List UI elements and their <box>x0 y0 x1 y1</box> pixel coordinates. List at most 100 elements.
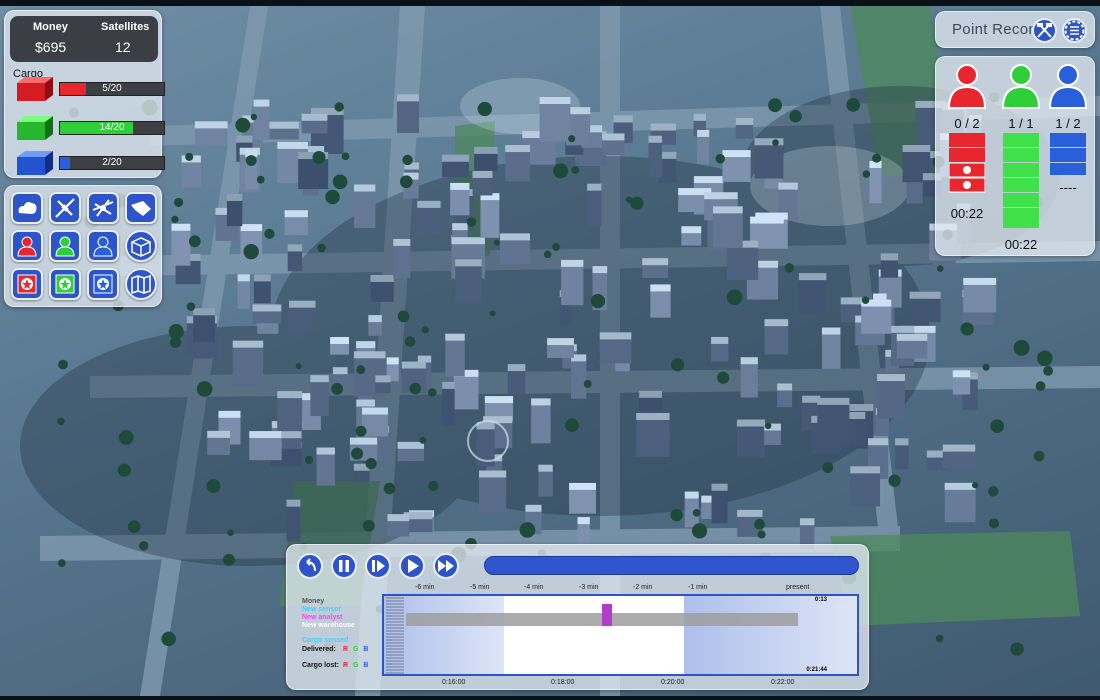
step-button[interactable] <box>365 553 391 579</box>
tree <box>466 217 477 227</box>
tree <box>325 189 340 205</box>
tree <box>772 139 779 146</box>
building <box>736 419 766 458</box>
red-agent-button[interactable] <box>11 230 43 262</box>
tree <box>960 322 974 336</box>
timeline-tick: -2 min <box>633 584 653 591</box>
drone-tool-button[interactable] <box>87 192 119 224</box>
satellites-label: Satellites <box>101 21 150 33</box>
rewind-icon <box>306 558 316 572</box>
red-mission-button[interactable] <box>11 268 43 300</box>
building <box>642 258 669 278</box>
timeline-tick: -6 min <box>415 584 435 591</box>
tree <box>331 382 344 395</box>
tree <box>383 482 396 495</box>
settings-menu-button[interactable] <box>1062 18 1087 43</box>
building <box>942 444 976 469</box>
building <box>650 284 671 318</box>
pause-button[interactable] <box>331 553 357 579</box>
blue-agent-figure-icon <box>1048 64 1088 109</box>
blue-agent-count: 1 / 2 <box>1055 116 1081 131</box>
red-agent-count: 0 / 2 <box>954 116 980 131</box>
building <box>569 482 596 514</box>
building <box>450 182 470 216</box>
tree <box>351 447 364 460</box>
rewind-button[interactable] <box>297 553 323 579</box>
legend-cargo-lost: Cargo lost: <box>302 662 339 669</box>
building <box>281 431 302 449</box>
building <box>777 383 793 408</box>
tree <box>196 381 213 397</box>
building <box>735 117 754 139</box>
green-mission-button[interactable] <box>49 268 81 300</box>
flag-icon <box>1037 23 1052 38</box>
red-cargo-text: 5/20 <box>102 83 122 94</box>
tree <box>872 153 882 163</box>
green-agent-button[interactable] <box>49 230 81 262</box>
tree <box>317 243 326 253</box>
cargo-box-button[interactable] <box>125 230 157 262</box>
tree <box>222 553 235 566</box>
building <box>237 274 250 309</box>
blue-mission-button[interactable] <box>87 268 119 300</box>
delivered-g: G <box>353 646 359 653</box>
tree <box>256 175 265 184</box>
building <box>722 150 751 182</box>
satellite-tool-button[interactable] <box>49 192 81 224</box>
map-button[interactable] <box>125 268 157 300</box>
timeline-tick: present <box>786 584 810 591</box>
building <box>286 499 301 542</box>
tree <box>861 296 870 304</box>
building <box>711 483 728 524</box>
tree <box>789 110 802 123</box>
timeline-tick: -4 min <box>524 584 544 591</box>
tree <box>552 243 561 251</box>
building <box>284 210 308 236</box>
money-label: Money <box>33 21 68 33</box>
building <box>253 274 271 304</box>
building <box>474 146 498 171</box>
fast-forward-button[interactable] <box>433 553 459 579</box>
bottom-tick: 0:16:00 <box>442 679 466 686</box>
tree <box>553 163 569 179</box>
tree <box>1037 350 1053 366</box>
uav-tool-button[interactable] <box>125 192 157 224</box>
legend-money: Money <box>302 598 325 605</box>
building <box>370 274 394 302</box>
menu-icon <box>1064 20 1085 41</box>
flag-button[interactable] <box>1032 18 1057 43</box>
tool-panel <box>4 185 162 307</box>
blue-agent-button[interactable] <box>87 230 119 262</box>
building <box>445 333 465 377</box>
tree <box>671 358 685 372</box>
timeline-chart[interactable]: 0:13 0:21:44 <box>382 594 859 676</box>
drone-icon <box>92 199 114 217</box>
time-scrubber[interactable] <box>484 556 859 575</box>
tree <box>356 365 366 375</box>
cloud-tool-button[interactable] <box>11 192 43 224</box>
new-analyst-marker <box>602 604 612 626</box>
tree <box>404 336 416 347</box>
building <box>798 273 827 314</box>
blue-cargo-bar: 2/20 <box>59 156 165 170</box>
red-cargo-icon <box>17 77 53 101</box>
building <box>193 308 215 342</box>
lost-g: G <box>353 662 359 669</box>
tree <box>365 458 377 470</box>
tree <box>936 265 944 272</box>
building <box>479 470 507 514</box>
tree <box>988 486 999 497</box>
legend-delivered: Delivered: <box>302 646 336 653</box>
green-agent-column: 1 / 1 00:22 <box>1001 63 1041 252</box>
tree <box>1010 642 1024 656</box>
tree <box>127 520 141 534</box>
building <box>869 160 882 204</box>
building <box>455 259 482 303</box>
legend-new-warehouse: New warehouse <box>302 622 355 629</box>
tree <box>188 235 201 248</box>
building <box>587 183 602 227</box>
play-button[interactable] <box>399 553 425 579</box>
tree <box>989 518 1000 529</box>
building <box>252 304 282 324</box>
green-agent-figure-icon <box>1001 64 1041 109</box>
